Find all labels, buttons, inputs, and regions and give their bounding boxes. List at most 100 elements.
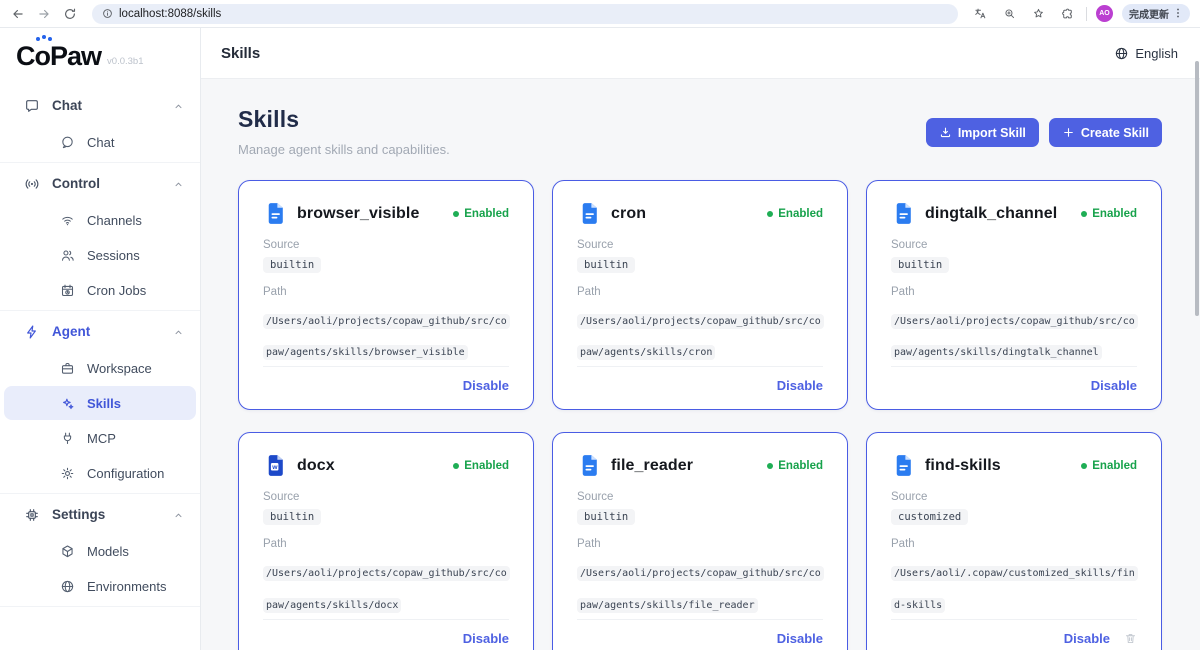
bookmark-star-icon[interactable] [1028,4,1048,24]
status-badge: Enabled [767,208,823,220]
chevron-up-icon[interactable] [173,178,184,189]
briefcase-icon [60,361,75,376]
sparkles-icon [60,396,75,411]
path-value: /Users/aoli/projects/copaw_github/src/co… [577,566,824,613]
language-label: English [1135,45,1178,61]
chrome-update-button[interactable]: 完成更新 ⋮ [1122,4,1190,23]
plug-icon [60,431,75,446]
skill-name: find-skills [925,456,1001,474]
path-value: /Users/aoli/.copaw/customized_skills/fin… [891,566,1138,613]
sidebar: CoPaw v0.0.3b1 Chat Chat Control Channel… [0,28,201,650]
sidebar-item-skills[interactable]: Skills [4,386,196,420]
sidebar-section-chat[interactable]: Chat [0,87,200,124]
file-icon [577,201,602,226]
source-label: Source [891,491,928,504]
cube-icon [60,544,75,559]
source-label: Source [263,491,300,504]
profile-avatar[interactable]: AO [1096,5,1113,22]
extensions-icon[interactable] [1057,4,1077,24]
path-value: /Users/aoli/projects/copaw_github/src/co… [891,314,1138,361]
sidebar-item-models[interactable]: Models [4,534,196,568]
skill-card-dingtalk-channel: dingtalk_channel Enabled Source builtin … [866,180,1162,411]
file-icon [891,201,916,226]
sidebar-section-agent[interactable]: Agent [0,313,200,350]
back-icon[interactable] [8,4,28,24]
plus-icon [1062,126,1075,139]
disable-button[interactable]: Disable [777,631,823,646]
path-label: Path [577,286,601,298]
chat-square-icon [24,98,40,114]
lightning-icon [24,324,40,340]
sidebar-item-workspace[interactable]: Workspace [4,351,196,385]
source-label: Source [263,239,300,251]
menu-dots-icon[interactable]: ⋮ [1173,8,1183,19]
topbar: Skills English [201,28,1200,79]
url-bar[interactable]: localhost:8088/skills [92,3,958,24]
sidebar-item-mcp[interactable]: MCP [4,421,196,455]
skill-name: browser_visible [297,204,420,222]
path-value: /Users/aoli/projects/copaw_github/src/co… [263,314,510,361]
disable-button[interactable]: Disable [463,631,509,646]
page-subtitle: Manage agent skills and capabilities. [238,142,450,157]
wifi-icon [60,213,75,228]
page-title: Skills [238,106,300,132]
path-label: Path [263,538,287,551]
import-skill-button[interactable]: Import Skill [925,118,1039,147]
translate-icon[interactable] [970,4,990,24]
path-label: Path [891,538,915,551]
create-skill-button[interactable]: Create Skill [1048,118,1162,147]
disable-button[interactable]: Disable [1064,631,1110,646]
calendar-clock-icon [60,283,75,298]
chevron-up-icon[interactable] [173,509,184,520]
skill-card-docx: w docx Enabled Source builtin Path /User… [238,432,534,650]
reload-icon[interactable] [60,4,80,24]
globe-icon [60,579,75,594]
language-selector[interactable]: English [1114,46,1178,61]
status-badge: Enabled [1081,208,1137,220]
version-label: v0.0.3b1 [107,56,144,67]
topbar-title: Skills [221,44,261,62]
file-icon [263,201,288,226]
skills-page: Skills Manage agent skills and capabilit… [201,79,1200,650]
globe-icon [1114,46,1129,61]
divider [1086,6,1087,21]
sidebar-item-channels[interactable]: Channels [4,203,196,237]
sidebar-section-control[interactable]: Control [0,165,200,202]
sidebar-item-chat[interactable]: Chat [4,125,196,159]
source-value: builtin [263,257,322,273]
status-badge: Enabled [767,460,823,472]
path-label: Path [891,286,915,298]
gear-icon [60,466,75,481]
source-label: Source [577,239,614,251]
trash-icon[interactable] [1124,632,1137,645]
chevron-up-icon[interactable] [173,100,184,111]
disable-button[interactable]: Disable [1091,378,1137,393]
word-file-icon: w [263,453,288,478]
source-value: builtin [891,257,950,273]
paw-dots-icon: o [35,35,52,71]
sidebar-item-configuration[interactable]: Configuration [4,456,196,490]
skill-card-file-reader: file_reader Enabled Source builtin Path … [552,432,848,650]
disable-button[interactable]: Disable [777,378,823,393]
sidebar-item-environments[interactable]: Environments [4,569,196,603]
logo: CoPaw v0.0.3b1 [0,28,200,85]
zoom-in-icon[interactable] [999,4,1019,24]
status-badge: Enabled [1081,460,1137,472]
sidebar-item-cron-jobs[interactable]: Cron Jobs [4,273,196,307]
status-badge: Enabled [453,208,509,220]
sidebar-item-sessions[interactable]: Sessions [4,238,196,272]
forward-icon[interactable] [34,4,54,24]
disable-button[interactable]: Disable [463,378,509,393]
sidebar-section-settings[interactable]: Settings [0,496,200,533]
chat-bubble-icon [60,135,75,150]
skill-card-browser-visible: browser_visible Enabled Source builtin P… [238,180,534,411]
scrollbar[interactable] [1195,61,1199,316]
chevron-up-icon[interactable] [173,326,184,337]
path-label: Path [263,286,287,298]
path-value: /Users/aoli/projects/copaw_github/src/co… [263,566,510,613]
skill-card-find-skills: find-skills Enabled Source customized Pa… [866,432,1162,650]
skill-name: docx [297,456,335,474]
info-icon [103,9,112,18]
file-icon [577,453,602,478]
source-value: customized [891,509,969,526]
